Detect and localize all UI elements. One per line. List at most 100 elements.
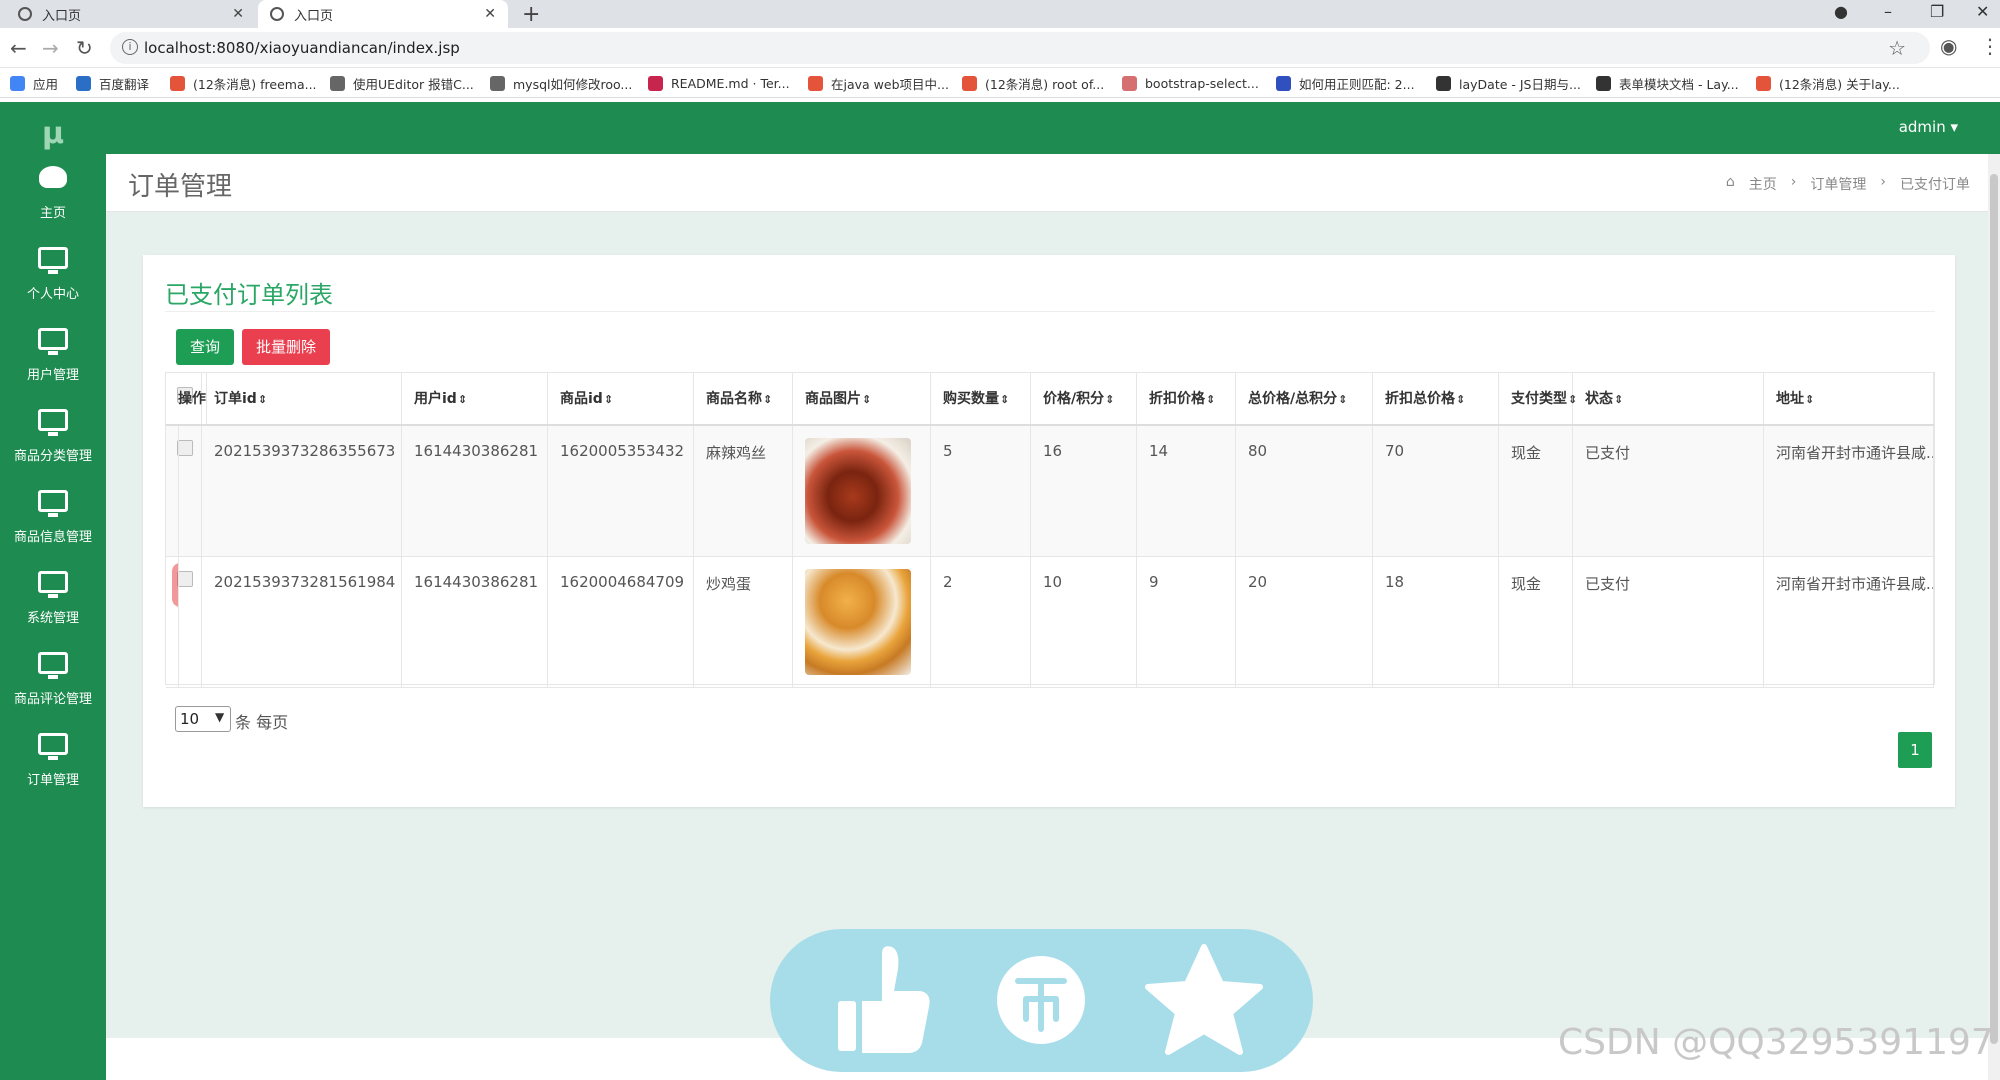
sort-icon[interactable]: ⇕ <box>458 393 467 406</box>
bookmark-item[interactable]: 在java web项目中... <box>808 73 949 93</box>
column-header-label: 总价格/总积分 <box>1248 391 1338 407</box>
bookmark-label: (12条消息) freema... <box>193 76 317 92</box>
user-menu[interactable]: admin ▾ <box>1899 118 1958 136</box>
bookmark-favicon-icon <box>1122 75 1137 91</box>
column-header[interactable]: 状态⇕ <box>1573 373 1764 425</box>
sort-icon[interactable]: ⇕ <box>1456 393 1465 406</box>
bookmark-item[interactable]: bootstrap-select... <box>1122 73 1259 93</box>
sidebar-item[interactable]: 商品分类管理 <box>0 409 106 489</box>
new-tab-icon[interactable]: + <box>522 2 540 27</box>
column-header-label: 订单id <box>214 391 257 407</box>
breadcrumb-item[interactable]: 主页 <box>1749 174 1777 194</box>
restore-icon[interactable]: ❐ <box>1930 2 1944 21</box>
url-text[interactable]: localhost:8080/xiaoyuandiancan/index.jsp <box>144 39 460 57</box>
column-header[interactable]: 价格/积分⇕ <box>1031 373 1137 425</box>
monitor-icon <box>38 733 68 760</box>
page-number-button[interactable]: 1 <box>1898 732 1932 768</box>
browser-tab[interactable]: 入口页 ✕ <box>6 0 256 28</box>
sort-icon[interactable]: ⇕ <box>763 393 772 406</box>
ship-button[interactable]: 发货 <box>178 569 179 601</box>
star-icon[interactable] <box>1145 944 1263 1055</box>
table-cell: 河南省开封市通许县咸... <box>1764 557 1934 688</box>
bookmark-item[interactable]: 应用 <box>10 73 58 93</box>
sidebar-item[interactable]: 主页 <box>0 166 106 246</box>
bookmark-label: 使用UEditor 报错C... <box>353 76 474 92</box>
bookmark-item[interactable]: 使用UEditor 报错C... <box>330 73 474 93</box>
bookmark-label: README.md · Ter... <box>671 75 790 91</box>
action-cell: 发货 <box>166 557 179 688</box>
row-checkbox[interactable] <box>177 440 193 456</box>
query-button[interactable]: 查询 <box>176 329 235 365</box>
close-tab-icon[interactable]: ✕ <box>232 6 244 22</box>
reload-icon[interactable]: ↻ <box>76 36 93 60</box>
bookmark-item[interactable]: layDate - JS日期与... <box>1436 73 1581 93</box>
bookmark-item[interactable]: (12条消息) freema... <box>170 73 317 93</box>
column-header[interactable]: 商品id⇕ <box>548 373 694 425</box>
table-cell: 炒鸡蛋 <box>694 557 793 688</box>
breadcrumb-item[interactable]: 订单管理 <box>1810 174 1866 194</box>
bookmark-item[interactable]: 百度翻译 <box>76 73 149 93</box>
menu-icon[interactable]: ⋮ <box>1980 34 2000 58</box>
browser-tab-active[interactable]: 入口页 ✕ <box>258 0 508 28</box>
url-field[interactable]: i localhost:8080/xiaoyuandiancan/index.j… <box>110 32 1930 64</box>
bookmark-item[interactable]: README.md · Ter... <box>648 73 790 93</box>
sidebar-item[interactable]: 订单管理 <box>0 733 106 813</box>
sidebar-item[interactable]: 商品评论管理 <box>0 652 106 732</box>
close-tab-icon[interactable]: ✕ <box>484 6 496 22</box>
sort-icon[interactable]: ⇕ <box>1206 393 1215 406</box>
table-cell: 已支付 <box>1573 426 1764 557</box>
bookmark-favicon-icon <box>1276 75 1291 91</box>
table-row: 2021539373286355673 1614430386281 16200053… <box>166 426 1934 557</box>
sort-icon[interactable]: ⇕ <box>862 393 871 406</box>
bookmark-item[interactable]: 表单模块文档 - Lay... <box>1596 73 1739 93</box>
back-icon[interactable]: ← <box>10 36 27 60</box>
bookmark-item[interactable]: (12条消息) 关于lay... <box>1756 73 1900 93</box>
monitor-icon <box>38 328 68 355</box>
column-header-label: 价格/积分 <box>1043 391 1105 407</box>
scrollbar-thumb[interactable] <box>1990 174 1998 1044</box>
sort-icon[interactable]: ⇕ <box>1614 393 1623 406</box>
ship-button[interactable]: 发货 <box>178 438 179 470</box>
sidebar-item[interactable]: 系统管理 <box>0 571 106 651</box>
sidebar-item[interactable]: 商品信息管理 <box>0 490 106 570</box>
column-header[interactable]: 订单id⇕ <box>202 373 402 425</box>
column-header[interactable]: 商品图片⇕ <box>793 373 931 425</box>
dashboard-icon <box>39 166 67 188</box>
column-header[interactable]: 支付类型⇕ <box>1499 373 1577 425</box>
sidebar-item[interactable]: 用户管理 <box>0 328 106 408</box>
column-header[interactable]: 总价格/总积分⇕ <box>1236 373 1373 425</box>
sort-icon[interactable]: ⇕ <box>1338 393 1347 406</box>
row-checkbox[interactable] <box>177 571 193 587</box>
column-header[interactable]: 折扣价格⇕ <box>1137 373 1236 425</box>
bookmark-item[interactable]: 如何用正则匹配: 2... <box>1276 73 1415 93</box>
table-cell: 麻辣鸡丝 <box>694 426 793 557</box>
sort-icon[interactable]: ⇕ <box>258 393 267 406</box>
column-header-label: 用户id <box>414 391 457 407</box>
account-icon[interactable]: ◉ <box>1940 34 1957 58</box>
column-header[interactable]: 商品名称⇕ <box>694 373 793 425</box>
minimize-icon[interactable]: – <box>1884 2 1892 21</box>
column-header[interactable]: 地址⇕ <box>1764 373 1934 425</box>
column-header[interactable]: 折扣总价格⇕ <box>1373 373 1499 425</box>
sidebar-item[interactable]: 个人中心 <box>0 247 106 327</box>
sort-icon[interactable]: ⇕ <box>1105 393 1114 406</box>
bookmark-star-icon[interactable]: ☆ <box>1888 36 1906 60</box>
column-header-label: 折扣价格 <box>1149 391 1205 407</box>
column-header-label: 商品图片 <box>805 391 861 407</box>
batch-delete-button[interactable]: 批量删除 <box>242 329 331 365</box>
bookmark-item[interactable]: mysql如何修改roo... <box>490 73 632 93</box>
info-icon[interactable]: i <box>122 39 138 55</box>
close-window-icon[interactable]: ✕ <box>1976 2 1989 21</box>
column-header[interactable]: 购买数量⇕ <box>931 373 1031 425</box>
bookmark-item[interactable]: (12条消息) root of... <box>962 73 1104 93</box>
product-image-cell <box>793 426 931 557</box>
coin-icon[interactable] <box>997 956 1085 1044</box>
forward-icon[interactable]: → <box>42 36 59 60</box>
profile-dropdown-icon[interactable]: ● <box>1834 2 1848 21</box>
sort-icon[interactable]: ⇕ <box>604 393 613 406</box>
scrollbar[interactable] <box>1988 154 2000 1080</box>
sort-icon[interactable]: ⇕ <box>1805 393 1814 406</box>
sort-icon[interactable]: ⇕ <box>1000 393 1009 406</box>
column-header[interactable]: 用户id⇕ <box>402 373 548 425</box>
thumbs-up-icon[interactable] <box>838 946 930 1053</box>
